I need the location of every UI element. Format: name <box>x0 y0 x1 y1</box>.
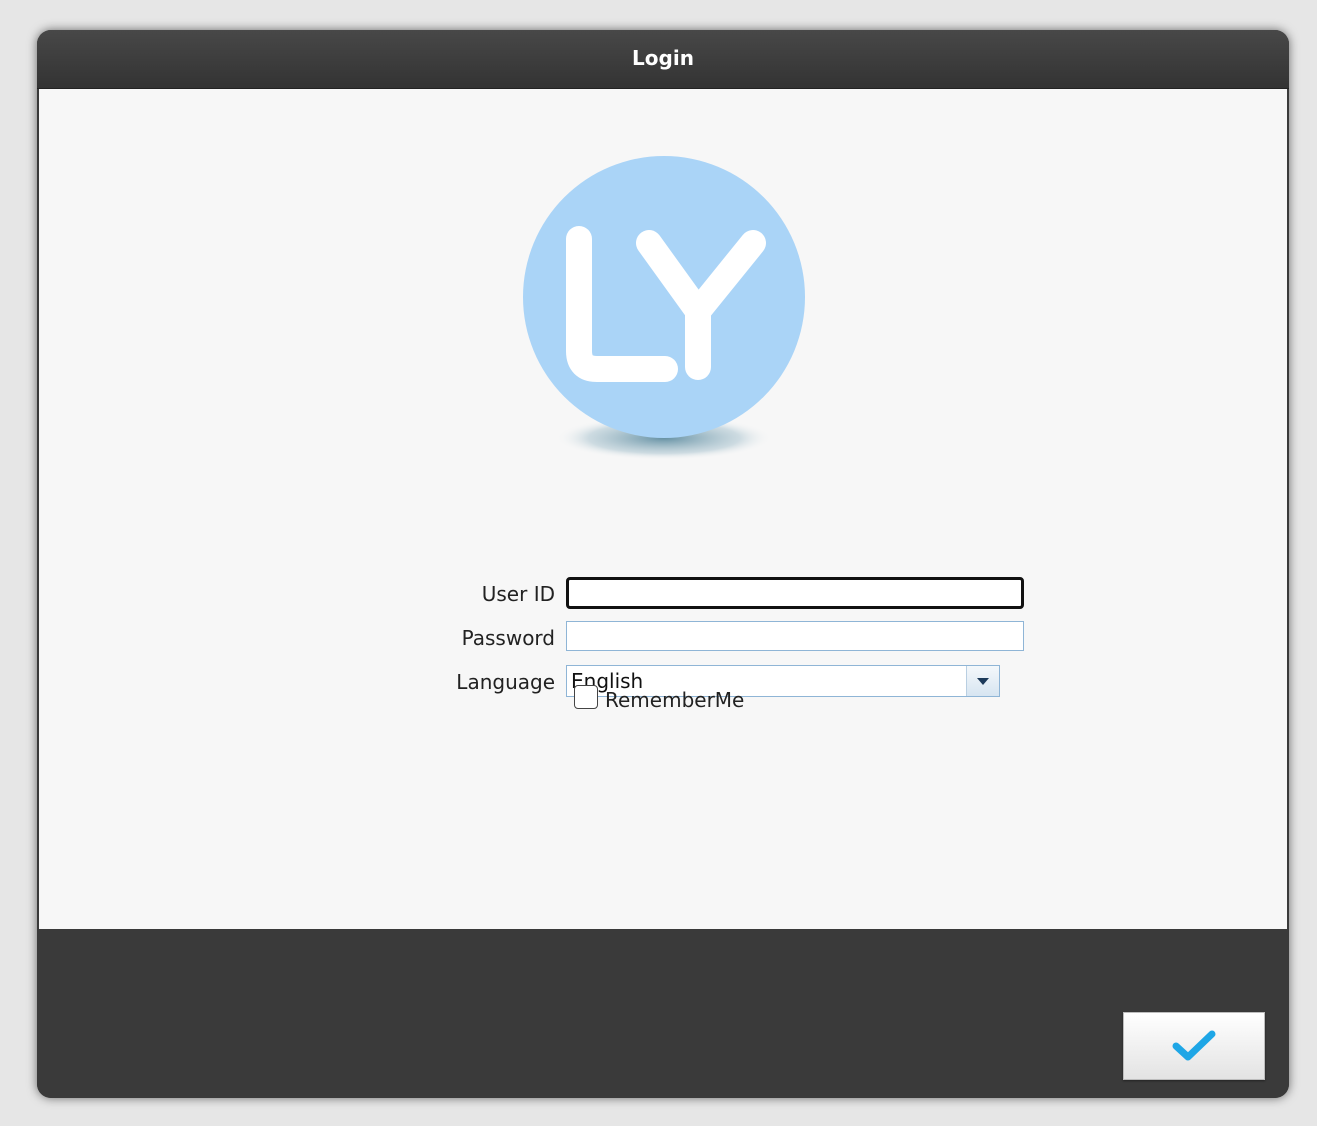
chevron-down-icon[interactable] <box>966 666 999 696</box>
ly-logo-icon <box>523 156 805 460</box>
password-input[interactable] <box>566 621 1024 651</box>
password-label: Password <box>461 626 555 650</box>
user-id-row: User ID <box>39 577 1287 611</box>
language-label: Language <box>456 670 555 694</box>
dialog-footer <box>37 929 1289 1098</box>
checkmark-icon <box>1172 1030 1216 1061</box>
dialog-title: Login <box>632 46 694 70</box>
password-row: Password <box>39 621 1287 655</box>
remember-me-label[interactable]: RememberMe <box>605 685 744 715</box>
ok-button[interactable] <box>1123 1012 1265 1080</box>
title-bar: Login <box>37 30 1289 89</box>
user-id-label: User ID <box>481 582 555 606</box>
remember-me-checkbox[interactable] <box>574 685 598 709</box>
user-id-input[interactable] <box>566 577 1024 609</box>
login-dialog: Login User ID Password Language English … <box>37 30 1289 1098</box>
login-content: User ID Password Language English Rememb… <box>39 89 1287 929</box>
